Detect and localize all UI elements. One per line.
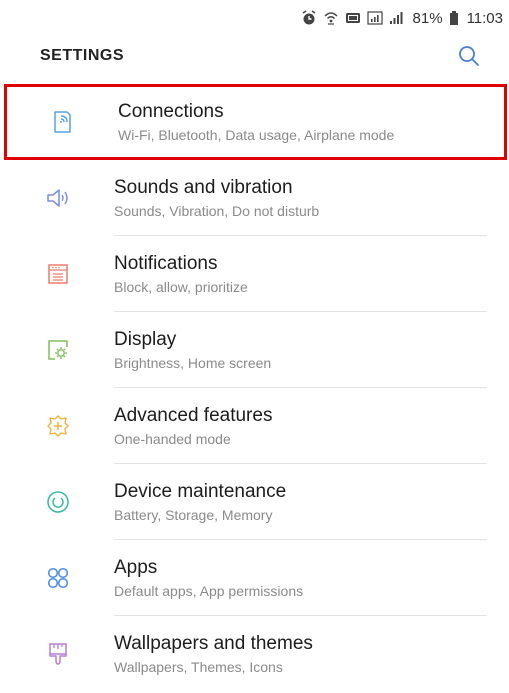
battery-icon — [449, 10, 459, 26]
settings-list: Connections Wi-Fi, Bluetooth, Data usage… — [0, 84, 509, 692]
settings-item-apps[interactable]: Apps Default apps, App permissions — [0, 540, 509, 616]
settings-item-title: Sounds and vibration — [114, 176, 293, 198]
settings-item-subtitle: Brightness, Home screen — [114, 354, 272, 371]
settings-item-subtitle: Wi-Fi, Bluetooth, Data usage, Airplane m… — [118, 126, 395, 143]
settings-item-title: Notifications — [114, 252, 218, 274]
settings-item-wallpapers[interactable]: Wallpapers and themes Wallpapers, Themes… — [0, 616, 509, 692]
search-icon — [459, 46, 479, 66]
settings-item-title: Advanced features — [114, 404, 273, 426]
display-icon — [40, 332, 76, 368]
settings-item-title: Apps — [114, 556, 158, 578]
paint-brush-icon — [40, 636, 76, 672]
settings-item-title: Device maintenance — [114, 480, 287, 502]
connections-icon — [44, 104, 80, 140]
advanced-features-icon — [40, 408, 76, 444]
hd-signal-icon — [366, 10, 383, 26]
page-title: SETTINGS — [40, 47, 125, 64]
settings-item-subtitle: Sounds, Vibration, Do not disturb — [114, 202, 320, 219]
battery-percent: 81% — [412, 9, 443, 27]
signal-icon — [389, 10, 405, 26]
settings-item-title: Wallpapers and themes — [114, 632, 313, 654]
wifi-calling-icon — [323, 10, 339, 26]
settings-item-maintenance[interactable]: Device maintenance Battery, Storage, Mem… — [0, 464, 509, 540]
settings-screen: 81% 11:03 SETTINGS Connections Wi-Fi, Bl… — [0, 0, 509, 693]
apps-icon — [40, 560, 76, 596]
search-button[interactable] — [455, 42, 483, 70]
settings-item-title: Connections — [118, 100, 224, 122]
speaker-icon — [40, 180, 76, 216]
settings-item-sounds[interactable]: Sounds and vibration Sounds, Vibration, … — [0, 160, 509, 236]
settings-item-advanced[interactable]: Advanced features One-handed mode — [0, 388, 509, 464]
status-bar: 81% 11:03 — [0, 0, 509, 36]
settings-item-subtitle: Block, allow, prioritize — [114, 278, 248, 295]
settings-item-subtitle: Battery, Storage, Memory — [114, 506, 273, 523]
notifications-icon — [40, 256, 76, 292]
app-header: SETTINGS — [0, 36, 509, 76]
settings-item-display[interactable]: Display Brightness, Home screen — [0, 312, 509, 388]
settings-item-subtitle: Wallpapers, Themes, Icons — [114, 658, 283, 675]
settings-item-subtitle: One-handed mode — [114, 430, 231, 447]
settings-item-notifications[interactable]: Notifications Block, allow, prioritize — [0, 236, 509, 312]
status-time: 11:03 — [466, 9, 503, 27]
settings-item-connections[interactable]: Connections Wi-Fi, Bluetooth, Data usage… — [4, 84, 507, 160]
device-maintenance-icon — [40, 484, 76, 520]
alarm-icon — [301, 10, 317, 26]
cast-icon — [345, 10, 361, 26]
settings-item-title: Display — [114, 328, 177, 350]
settings-item-subtitle: Default apps, App permissions — [114, 582, 304, 599]
